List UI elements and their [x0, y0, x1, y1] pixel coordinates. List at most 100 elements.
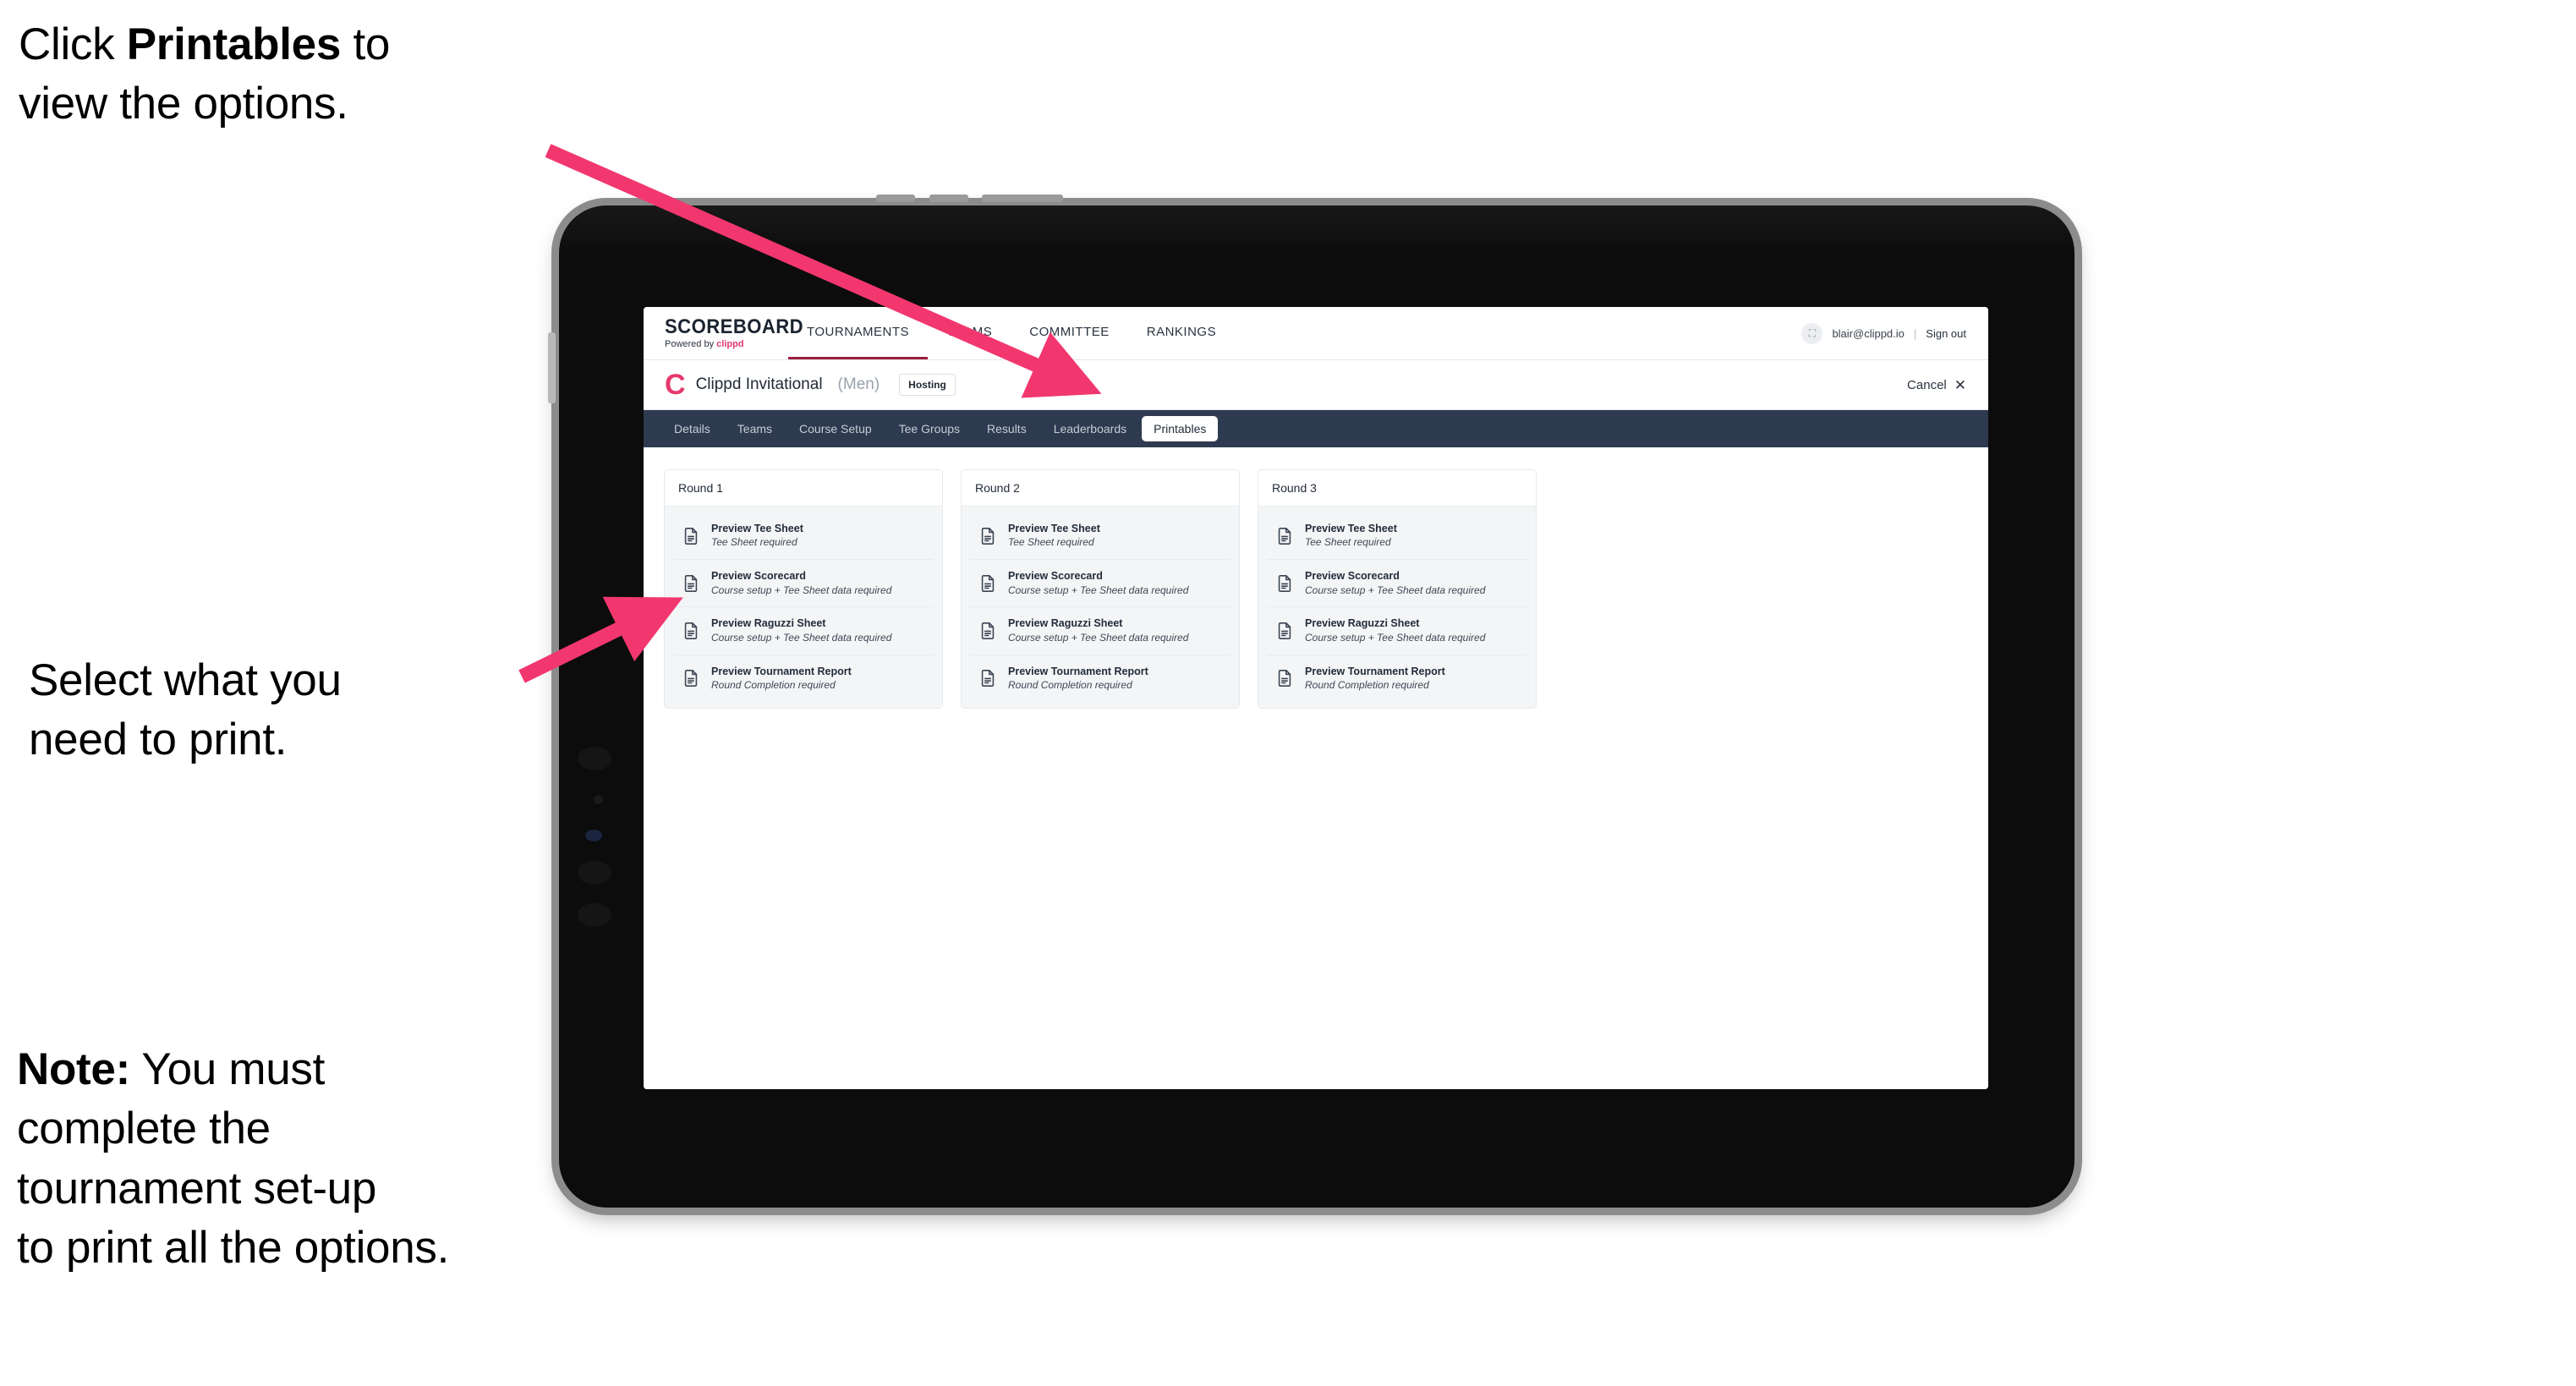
account-area: ⛶ blair@clippd.io | Sign out — [1801, 307, 1988, 359]
tournament-name: Clippd Invitational — [695, 375, 823, 393]
device-speaker-bottom — [578, 903, 611, 927]
printable-item-text: Preview Tournament Report Round Completio… — [1008, 666, 1148, 692]
round-column: Round 3 Preview Tee Sheet Tee Sheet requir… — [1258, 469, 1537, 709]
printable-item[interactable]: Preview Tournament Report Round Completio… — [970, 655, 1230, 702]
tab-details[interactable]: Details — [662, 416, 722, 441]
tablet-screen: SCOREBOARD Powered by clippd TOURNAMENTS… — [644, 307, 1988, 1089]
printable-item[interactable]: Preview Tournament Report Round Completio… — [673, 655, 934, 702]
printable-item-text: Preview Scorecard Course setup + Tee Shee… — [711, 570, 891, 596]
status-badge: Hosting — [899, 374, 956, 396]
document-icon — [1275, 669, 1294, 688]
printable-item-title: Preview Raguzzi Sheet — [711, 617, 826, 630]
tab-course-setup[interactable]: Course Setup — [787, 416, 884, 441]
printable-item-text: Preview Raguzzi Sheet Course setup + Tee … — [1008, 617, 1188, 644]
tournament-gender: (Men) — [837, 375, 880, 393]
printable-item[interactable]: Preview Tournament Report Round Completio… — [1267, 655, 1527, 702]
printable-item-requirement: Course setup + Tee Sheet data required — [1008, 583, 1189, 596]
round-items: Preview Tee Sheet Tee Sheet required Previ… — [962, 507, 1239, 708]
document-icon — [978, 622, 997, 640]
printable-item-title: Preview Scorecard — [1008, 570, 1103, 583]
printable-item-requirement: Course setup + Tee Sheet data required — [1305, 631, 1486, 644]
cancel-button[interactable]: Cancel ✕ — [1907, 378, 1966, 392]
printable-item-requirement: Course setup + Tee Sheet data required — [1305, 583, 1486, 596]
avatar[interactable]: ⛶ — [1801, 322, 1823, 344]
printable-item-text: Preview Scorecard Course setup + Tee Shee… — [1305, 570, 1485, 596]
printable-item-requirement: Round Completion required — [1008, 678, 1132, 691]
printable-item[interactable]: Preview Tee Sheet Tee Sheet required — [673, 512, 934, 561]
document-icon — [1275, 527, 1294, 545]
printable-item[interactable]: Preview Tee Sheet Tee Sheet required — [970, 512, 1230, 561]
device-volume-button — [548, 332, 556, 403]
tab-leaderboards[interactable]: Leaderboards — [1042, 416, 1138, 441]
printable-item-text: Preview Tournament Report Round Completio… — [1305, 666, 1445, 692]
printable-item-title: Preview Tee Sheet — [711, 523, 803, 534]
tab-printables[interactable]: Printables — [1142, 416, 1219, 441]
printable-item-requirement: Round Completion required — [711, 678, 836, 691]
printable-item-title: Preview Scorecard — [711, 570, 806, 583]
app-top-bar: SCOREBOARD Powered by clippd TOURNAMENTS… — [644, 307, 1988, 360]
round-items: Preview Tee Sheet Tee Sheet required Previ… — [1258, 507, 1536, 708]
printable-item-requirement: Tee Sheet required — [1008, 536, 1094, 549]
callout-text-click-printables: Click Printables to view the options. — [19, 15, 560, 134]
printable-item-requirement: Tee Sheet required — [1305, 536, 1391, 549]
nav-tab-committee[interactable]: COMMITTEE — [1011, 307, 1128, 359]
primary-nav: TOURNAMENTS TEAMS COMMITTEE RANKINGS — [788, 307, 1235, 359]
powered-by-clippd: Powered by clippd — [665, 340, 788, 349]
sign-out-link[interactable]: Sign out — [1926, 327, 1966, 340]
round-title: Round 3 — [1258, 470, 1536, 507]
tab-teams[interactable]: Teams — [726, 416, 784, 441]
section-nav: Details Teams Course Setup Tee Groups Re… — [644, 410, 1988, 447]
device-top-button-b — [929, 194, 968, 202]
printable-item-title: Preview Tournament Report — [711, 665, 852, 677]
printable-item[interactable]: Preview Raguzzi Sheet Course setup + Tee … — [673, 607, 934, 655]
document-icon — [978, 527, 997, 545]
document-icon — [1275, 622, 1294, 640]
printable-item-requirement: Round Completion required — [1305, 678, 1429, 691]
nav-tab-tournaments[interactable]: TOURNAMENTS — [788, 307, 929, 359]
printable-item-title: Preview Tournament Report — [1008, 665, 1148, 677]
document-icon — [682, 527, 700, 545]
scoreboard-logo[interactable]: SCOREBOARD Powered by clippd — [644, 307, 804, 359]
tab-tee-groups[interactable]: Tee Groups — [887, 416, 972, 441]
round-column: Round 1 Preview Tee Sheet Tee Sheet requir… — [664, 469, 943, 709]
document-icon — [978, 669, 997, 688]
clippd-c-icon: C — [665, 369, 686, 401]
printable-item-text: Preview Tee Sheet Tee Sheet required — [1008, 523, 1100, 549]
clippd-name: clippd — [716, 339, 744, 349]
printable-item-requirement: Course setup + Tee Sheet data required — [1008, 631, 1189, 644]
callout-1-pre: Click — [19, 19, 127, 69]
printable-item-title: Preview Raguzzi Sheet — [1305, 617, 1420, 630]
document-icon — [682, 669, 700, 688]
device-camera-icon — [594, 795, 603, 804]
printable-item[interactable]: Preview Raguzzi Sheet Course setup + Tee … — [1267, 607, 1527, 655]
document-icon — [1275, 574, 1294, 593]
printable-item-title: Preview Tee Sheet — [1008, 523, 1100, 534]
device-power-button — [982, 194, 1063, 202]
printable-item[interactable]: Preview Scorecard Course setup + Tee Shee… — [1267, 560, 1527, 608]
nav-tab-teams[interactable]: TEAMS — [928, 307, 1011, 359]
printable-item[interactable]: Preview Scorecard Course setup + Tee Shee… — [673, 560, 934, 608]
round-items: Preview Tee Sheet Tee Sheet required Previ… — [665, 507, 942, 708]
printable-item-title: Preview Scorecard — [1305, 570, 1400, 583]
nav-tab-rankings[interactable]: RANKINGS — [1128, 307, 1235, 359]
document-icon — [682, 574, 700, 593]
printable-item[interactable]: Preview Tee Sheet Tee Sheet required — [1267, 512, 1527, 561]
round-title: Round 1 — [665, 470, 942, 507]
tab-results[interactable]: Results — [975, 416, 1039, 441]
printables-content: Round 1 Preview Tee Sheet Tee Sheet requir… — [644, 447, 1988, 1089]
printable-item-title: Preview Tee Sheet — [1305, 523, 1397, 534]
printable-item-requirement: Course setup + Tee Sheet data required — [711, 631, 892, 644]
scoreboard-wordmark: SCOREBOARD — [665, 315, 804, 338]
round-title: Round 2 — [962, 470, 1239, 507]
powered-by-prefix: Powered by — [665, 339, 717, 349]
tournament-header-bar: C Clippd Invitational (Men) Hosting Canc… — [644, 360, 1988, 410]
printable-item-text: Preview Raguzzi Sheet Course setup + Tee … — [1305, 617, 1485, 644]
printable-item[interactable]: Preview Scorecard Course setup + Tee Shee… — [970, 560, 1230, 608]
printable-item[interactable]: Preview Raguzzi Sheet Course setup + Tee … — [970, 607, 1230, 655]
printable-item-title: Preview Tournament Report — [1305, 665, 1445, 677]
round-column: Round 2 Preview Tee Sheet Tee Sheet requir… — [961, 469, 1240, 709]
account-email: blair@clippd.io — [1832, 326, 1905, 340]
document-icon — [682, 622, 700, 640]
callout-1-bold: Printables — [126, 19, 342, 69]
document-icon — [978, 574, 997, 593]
